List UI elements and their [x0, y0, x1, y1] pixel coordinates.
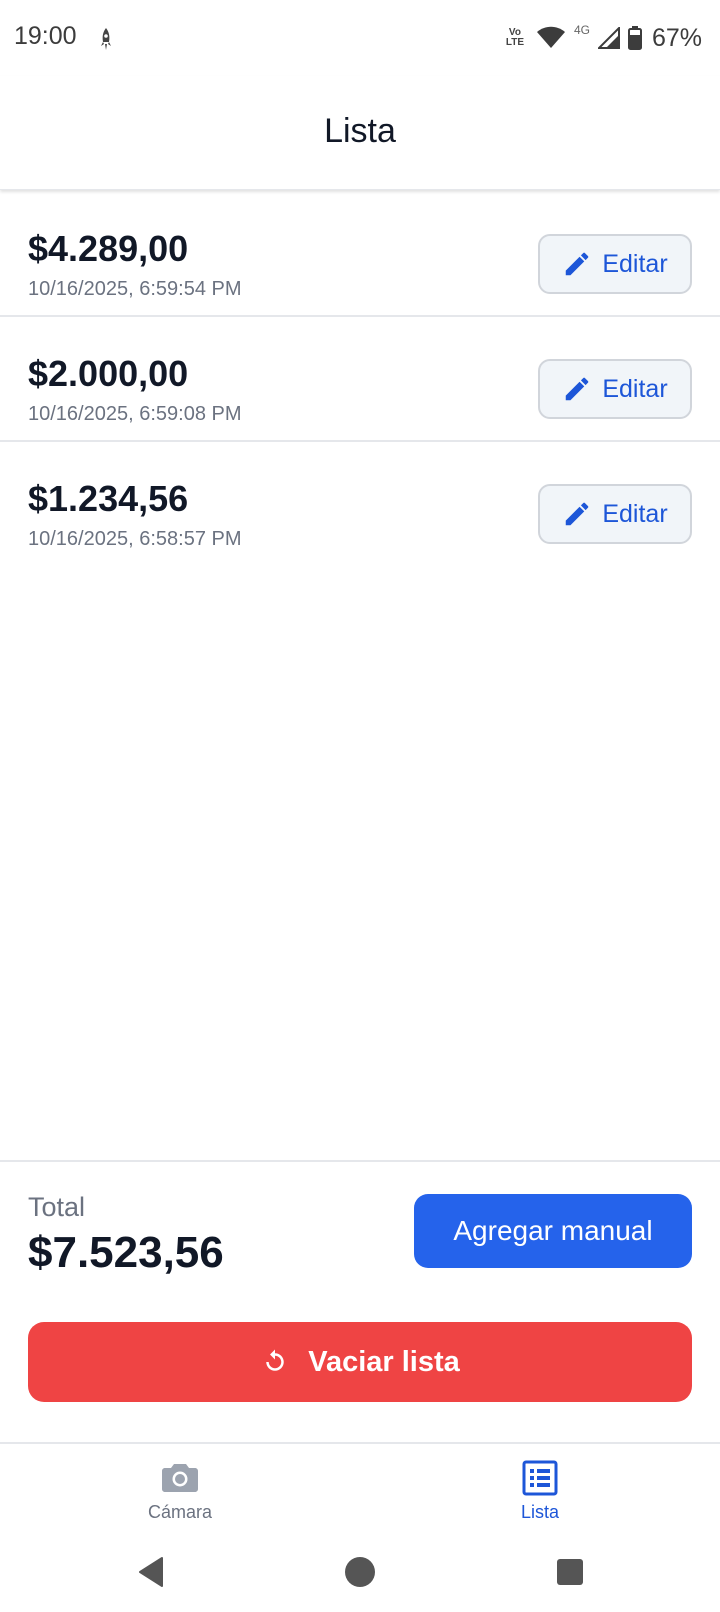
home-icon[interactable] — [342, 1554, 378, 1590]
rocket-notification-icon — [101, 28, 111, 50]
app-header: Lista — [0, 76, 720, 190]
status-time: 19:00 — [14, 22, 77, 50]
list-icon — [522, 1460, 558, 1496]
refresh-icon — [266, 1349, 284, 1371]
page-title: Lista — [324, 112, 396, 150]
add-manual-label: Agregar manual — [453, 1215, 653, 1246]
entries-list: $4.289,00 10/16/2025, 6:59:54 PM Editar … — [0, 192, 720, 567]
battery-icon — [627, 26, 642, 50]
edit-button[interactable]: Editar — [538, 359, 692, 419]
edit-button-label: Editar — [602, 499, 668, 528]
nav-item-camara[interactable]: Cámara — [100, 1458, 260, 1523]
status-bar: 19:00 Vo LTE 4G 67% — [0, 0, 720, 76]
battery-percent: 67% — [651, 23, 702, 52]
total-value: $7.523,56 — [28, 1228, 224, 1277]
recent-apps-icon[interactable] — [552, 1554, 588, 1590]
edit-button-label: Editar — [602, 374, 668, 403]
bottom-nav: Cámara Lista — [0, 1442, 720, 1532]
item-amount: $1.234,56 — [28, 478, 189, 519]
item-timestamp: 10/16/2025, 6:59:08 PM — [28, 403, 242, 425]
system-nav-bar — [0, 1532, 720, 1612]
item-timestamp: 10/16/2025, 6:59:54 PM — [28, 278, 242, 300]
nav-label-lista: Lista — [520, 1502, 560, 1522]
list-item: $4.289,00 10/16/2025, 6:59:54 PM Editar — [0, 192, 720, 317]
wifi-icon — [536, 26, 565, 48]
pencil-icon — [566, 502, 589, 526]
clear-list-label: Vaciar lista — [308, 1345, 460, 1378]
add-manual-button[interactable]: Agregar manual — [414, 1194, 692, 1268]
pencil-icon — [566, 377, 589, 401]
edit-button-label: Editar — [602, 249, 668, 278]
nav-label-camara: Cámara — [147, 1502, 213, 1522]
item-timestamp: 10/16/2025, 6:58:57 PM — [28, 528, 242, 550]
list-item: $1.234,56 10/16/2025, 6:58:57 PM Editar — [0, 442, 720, 567]
status-right-group: Vo LTE 4G 67% — [502, 20, 702, 56]
edit-button[interactable]: Editar — [538, 484, 692, 544]
cell-signal-icon — [597, 27, 620, 49]
pencil-icon — [566, 252, 589, 276]
nav-item-lista[interactable]: Lista — [460, 1458, 620, 1523]
total-label: Total — [28, 1192, 86, 1222]
volte-bottom-text: LTE — [505, 37, 525, 48]
camera-icon — [162, 1464, 198, 1492]
summary-panel: Total $7.523,56 Agregar manual Vaciar li… — [0, 1160, 720, 1442]
edit-button[interactable]: Editar — [538, 234, 692, 294]
clear-list-button[interactable]: Vaciar lista — [28, 1322, 692, 1402]
item-amount: $4.289,00 — [28, 228, 189, 269]
back-icon[interactable] — [134, 1554, 170, 1590]
network-type: 4G — [573, 23, 590, 37]
list-item: $2.000,00 10/16/2025, 6:59:08 PM Editar — [0, 317, 720, 442]
item-amount: $2.000,00 — [28, 353, 189, 394]
volte-indicator: Vo LTE — [502, 28, 528, 48]
app-root: 19:00 Vo LTE 4G 67% Lista $4.289,00 10/1… — [0, 0, 720, 1612]
